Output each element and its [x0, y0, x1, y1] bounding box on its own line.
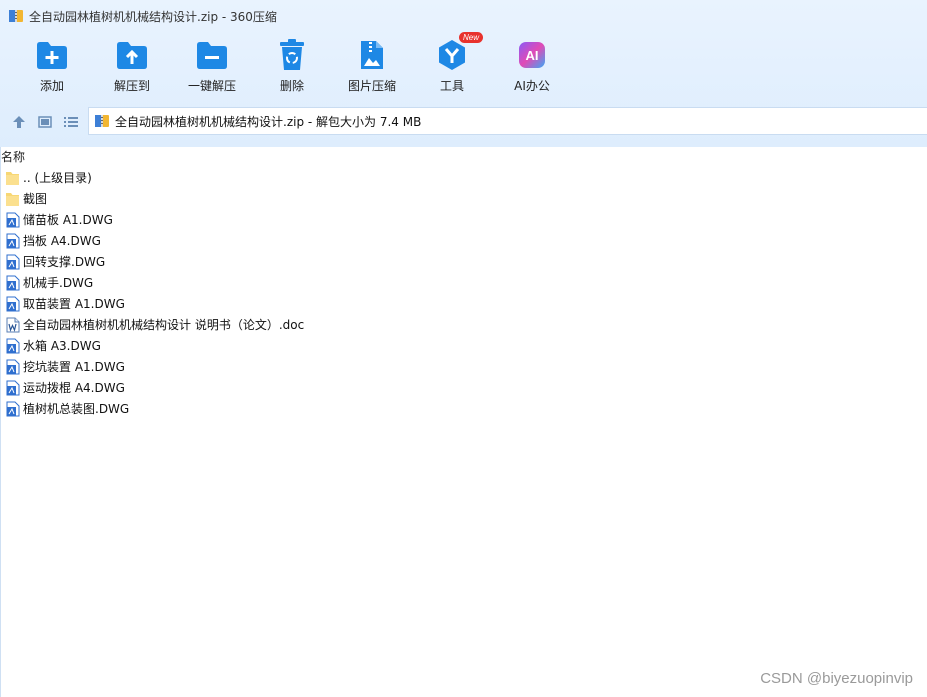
delete-label: 删除 — [279, 79, 304, 93]
ai-office-label: AI办公 — [514, 79, 550, 93]
zip-archive-icon — [94, 113, 110, 129]
dwg-file-icon — [5, 275, 21, 291]
extract-to-button[interactable]: 解压到 — [92, 36, 172, 100]
extract-to-icon — [115, 38, 149, 72]
list-item[interactable]: 截图 — [0, 188, 600, 209]
list-item[interactable]: 水箱 A3.DWG — [0, 335, 600, 356]
window-chrome: 全自动园林植树机机械结构设计.zip - 360压缩 添加 解压到 一键解压 删… — [0, 0, 927, 147]
extract-to-label: 解压到 — [113, 79, 150, 93]
toolbar: 添加 解压到 一键解压 删除 图片压缩 New 工具 AI AI办公 — [12, 32, 572, 100]
column-header-name[interactable]: 名称 — [1, 148, 25, 165]
window-title: 全自动园林植树机机械结构设计.zip - 360压缩 — [29, 9, 277, 24]
file-name: 运动拨棍 A4.DWG — [23, 381, 125, 395]
file-name: .. (上级目录) — [23, 171, 92, 185]
ai-office-icon: AI — [515, 38, 549, 72]
new-badge: New — [458, 32, 483, 43]
list-item[interactable]: 取苗装置 A1.DWG — [0, 293, 600, 314]
up-arrow-icon[interactable] — [6, 109, 32, 135]
word-doc-icon — [5, 317, 21, 333]
tools-label: 工具 — [439, 79, 464, 93]
tools-icon: New — [435, 32, 483, 72]
address-text: 全自动园林植树机机械结构设计.zip - 解包大小为 7.4 MB — [115, 114, 422, 129]
navigation-bar: 全自动园林植树机机械结构设计.zip - 解包大小为 7.4 MB — [0, 107, 927, 136]
file-name: 截图 — [23, 192, 48, 206]
list-item[interactable]: 全自动园林植树机机械结构设计 说明书（论文）.doc — [0, 314, 600, 335]
image-compress-icon — [355, 38, 389, 72]
file-list: .. (上级目录) 截图 储苗板 A1.DWG 挡板 A4.DWG 回转支撑.D… — [0, 167, 600, 419]
image-compress-button[interactable]: 图片压缩 — [332, 36, 412, 100]
list-item[interactable]: 植树机总装图.DWG — [0, 398, 600, 419]
one-click-extract-button[interactable]: 一键解压 — [172, 36, 252, 100]
list-item[interactable]: 储苗板 A1.DWG — [0, 209, 600, 230]
list-item[interactable]: 挡板 A4.DWG — [0, 230, 600, 251]
list-view-icon[interactable] — [58, 109, 84, 135]
file-name: 挡板 A4.DWG — [23, 234, 101, 248]
image-compress-label: 图片压缩 — [347, 79, 396, 93]
view-mode-icon[interactable] — [32, 109, 58, 135]
recycle-bin-icon — [275, 38, 309, 72]
app-window: 全自动园林植树机机械结构设计.zip - 360压缩 添加 解压到 一键解压 删… — [0, 0, 927, 697]
file-name: 水箱 A3.DWG — [23, 339, 101, 353]
file-name: 机械手.DWG — [23, 276, 94, 290]
one-click-extract-icon — [195, 38, 229, 72]
file-name: 储苗板 A1.DWG — [23, 213, 113, 227]
dwg-file-icon — [5, 233, 21, 249]
file-name: 回转支撑.DWG — [23, 255, 106, 269]
list-item[interactable]: 回转支撑.DWG — [0, 251, 600, 272]
list-item[interactable]: .. (上级目录) — [0, 167, 600, 188]
file-name: 取苗装置 A1.DWG — [23, 297, 125, 311]
list-item[interactable]: 运动拨棍 A4.DWG — [0, 377, 600, 398]
dwg-file-icon — [5, 359, 21, 375]
add-folder-icon — [35, 38, 69, 72]
tools-button[interactable]: New 工具 — [412, 32, 492, 100]
list-item[interactable]: 挖坑装置 A1.DWG — [0, 356, 600, 377]
dwg-file-icon — [5, 296, 21, 312]
file-name: 挖坑装置 A1.DWG — [23, 360, 125, 374]
folder-icon — [5, 170, 21, 186]
address-bar[interactable]: 全自动园林植树机机械结构设计.zip - 解包大小为 7.4 MB — [88, 107, 927, 135]
add-label: 添加 — [39, 79, 64, 93]
dwg-file-icon — [5, 401, 21, 417]
add-button[interactable]: 添加 — [12, 36, 92, 100]
file-name: 全自动园林植树机机械结构设计 说明书（论文）.doc — [23, 318, 305, 332]
dwg-file-icon — [5, 380, 21, 396]
ai-office-button[interactable]: AI AI办公 — [492, 36, 572, 100]
one-click-extract-label: 一键解压 — [187, 79, 236, 93]
dwg-file-icon — [5, 338, 21, 354]
ai-icon-text: AI — [526, 48, 539, 63]
list-item[interactable]: 机械手.DWG — [0, 272, 600, 293]
dwg-file-icon — [5, 212, 21, 228]
watermark: CSDN @biyezuopinvip — [760, 670, 913, 687]
file-name: 植树机总装图.DWG — [23, 402, 130, 416]
zip-archive-icon — [8, 8, 24, 24]
dwg-file-icon — [5, 254, 21, 270]
delete-button[interactable]: 删除 — [252, 36, 332, 100]
folder-icon — [5, 191, 21, 207]
title-bar: 全自动园林植树机机械结构设计.zip - 360压缩 — [0, 0, 927, 32]
